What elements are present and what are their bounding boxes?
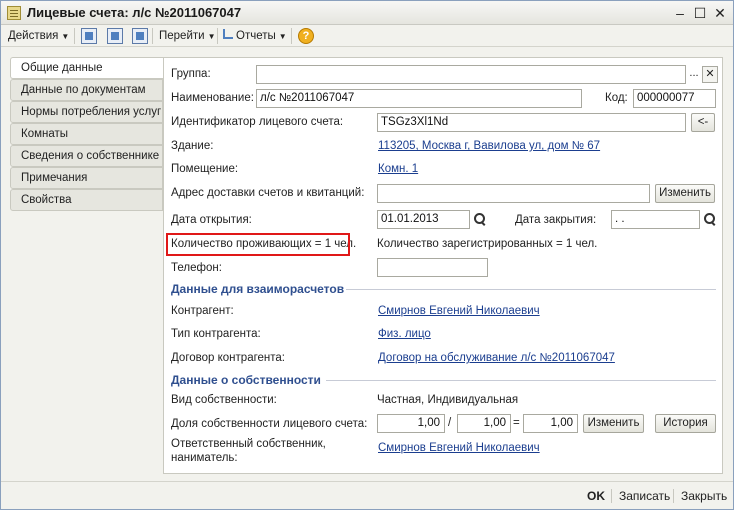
share-equals: = — [513, 417, 520, 429]
footer-separator — [673, 489, 674, 503]
help-icon[interactable]: ? — [298, 28, 314, 44]
group-select-button[interactable]: ... — [686, 66, 702, 83]
building-link[interactable]: 113205, Москва г, Вавилова ул, дом № 67 — [378, 140, 600, 152]
tab-notes[interactable]: Примечания — [10, 167, 163, 189]
tab-rooms[interactable]: Комнаты — [10, 123, 163, 145]
delivery-address-label: Адрес доставки счетов и квитанций: — [171, 187, 365, 199]
settlements-section-title: Данные для взаиморасчетов — [171, 282, 345, 296]
section-divider — [346, 289, 716, 290]
maximize-button[interactable]: ☐ — [691, 4, 709, 22]
reports-label: Отчеты — [236, 30, 276, 42]
group-label: Группа: — [171, 68, 211, 80]
share-slash: / — [448, 417, 452, 429]
goto-menu[interactable]: Перейти ▼ — [159, 27, 216, 45]
window-title: Лицевые счета: л/с №2011067047 — [27, 5, 242, 20]
contract-link[interactable]: Договор на обслуживание л/с №2011067047 — [378, 352, 615, 364]
tab-owner-info[interactable]: Сведения о собственнике — [10, 145, 163, 167]
tab-documents[interactable]: Данные по документам — [10, 79, 163, 101]
open-date-label: Дата открытия: — [171, 214, 252, 226]
delivery-address-field[interactable] — [377, 184, 650, 203]
close-date-field[interactable]: . . — [611, 210, 700, 229]
toolbar-separator — [217, 28, 218, 44]
title-bar: Лицевые счета: л/с №2011067047 – ☐ ✕ — [1, 1, 733, 25]
contractor-type-label: Тип контрагента: — [171, 328, 261, 340]
close-window-button[interactable]: ✕ — [711, 4, 729, 22]
reports-menu[interactable]: Отчеты ▼ — [223, 27, 287, 45]
responsible-owner-link[interactable]: Смирнов Евгений Николаевич — [378, 442, 540, 454]
account-id-field[interactable]: TSGz3Xl1Nd — [377, 113, 686, 132]
highlight-box — [166, 233, 350, 256]
contractor-type-link[interactable]: Физ. лицо — [378, 328, 431, 340]
account-id-generate-button[interactable]: <- — [691, 113, 715, 132]
minimize-button[interactable]: – — [671, 4, 689, 22]
close-date-label: Дата закрытия: — [515, 214, 597, 226]
responsible-owner-label-line2: наниматель: — [171, 452, 238, 464]
share-numerator-field[interactable]: 1,00 — [377, 414, 445, 433]
toolbar: Действия ▼ Перейти ▼ Отчеты ▼ ? — [1, 25, 733, 47]
share-denominator-field[interactable]: 1,00 — [457, 414, 511, 433]
phone-label: Телефон: — [171, 262, 222, 274]
building-label: Здание: — [171, 140, 214, 152]
name-label: Наименование: — [171, 92, 254, 104]
share-history-button[interactable]: История — [655, 414, 716, 433]
refresh-icon[interactable] — [107, 28, 123, 44]
group-clear-button[interactable]: ✕ — [702, 66, 718, 83]
dropdown-arrow-icon: ▼ — [278, 32, 287, 41]
ownership-kind-label: Вид собственности: — [171, 394, 277, 406]
actions-label: Действия — [8, 30, 59, 42]
toolbar-separator — [74, 28, 75, 44]
code-label: Код: — [605, 92, 628, 104]
tab-consumption-norms[interactable]: Нормы потребления услуг — [10, 101, 163, 123]
tab-general[interactable]: Общие данные — [10, 57, 164, 79]
registered-count-label: Количество зарегистрированных = 1 чел. — [377, 238, 598, 250]
room-link[interactable]: Комн. 1 — [378, 163, 418, 175]
group-field[interactable] — [256, 65, 686, 84]
ownership-kind-value: Частная, Индивидуальная — [377, 394, 519, 406]
footer-separator — [611, 489, 612, 503]
open-date-field[interactable]: 01.01.2013 — [377, 210, 470, 229]
share-change-button[interactable]: Изменить — [583, 414, 644, 433]
room-label: Помещение: — [171, 163, 239, 175]
dropdown-arrow-icon: ▼ — [207, 32, 216, 41]
actions-menu[interactable]: Действия ▼ — [8, 27, 69, 45]
ok-button[interactable]: OK — [587, 489, 605, 503]
toolbar-separator — [291, 28, 292, 44]
report-icon — [223, 29, 233, 39]
contract-label: Договор контрагента: — [171, 352, 286, 364]
goto-label: Перейти — [159, 30, 205, 42]
code-field[interactable]: 000000077 — [633, 89, 716, 108]
document-icon — [7, 6, 21, 20]
contractor-label: Контрагент: — [171, 305, 234, 317]
phone-field[interactable] — [377, 258, 488, 277]
section-divider — [326, 380, 716, 381]
delivery-change-button[interactable]: Изменить — [655, 184, 715, 203]
toolbar-separator — [152, 28, 153, 44]
list-icon[interactable] — [81, 28, 97, 44]
general-data-panel: Группа: ... ✕ Наименование: л/с №2011067… — [163, 57, 723, 474]
dropdown-arrow-icon: ▼ — [61, 32, 70, 41]
share-result-field: 1,00 — [523, 414, 578, 433]
tab-properties[interactable]: Свойства — [10, 189, 163, 211]
account-id-label: Идентификатор лицевого счета: — [171, 116, 344, 128]
open-date-search-icon[interactable] — [471, 211, 487, 228]
footer-bar: OK Записать Закрыть — [1, 481, 733, 509]
ownership-share-label: Доля собственности лицевого счета: — [171, 418, 368, 430]
responsible-owner-label-line1: Ответственный собственник, — [171, 438, 326, 450]
contractor-link[interactable]: Смирнов Евгений Николаевич — [378, 305, 540, 317]
close-date-search-icon[interactable] — [701, 211, 717, 228]
ownership-section-title: Данные о собственности — [171, 373, 321, 387]
save-button[interactable]: Записать — [619, 489, 670, 503]
close-button[interactable]: Закрыть — [681, 489, 727, 503]
copy-icon[interactable] — [132, 28, 148, 44]
name-field[interactable]: л/с №2011067047 — [256, 89, 582, 108]
account-window: Лицевые счета: л/с №2011067047 – ☐ ✕ Дей… — [0, 0, 734, 510]
